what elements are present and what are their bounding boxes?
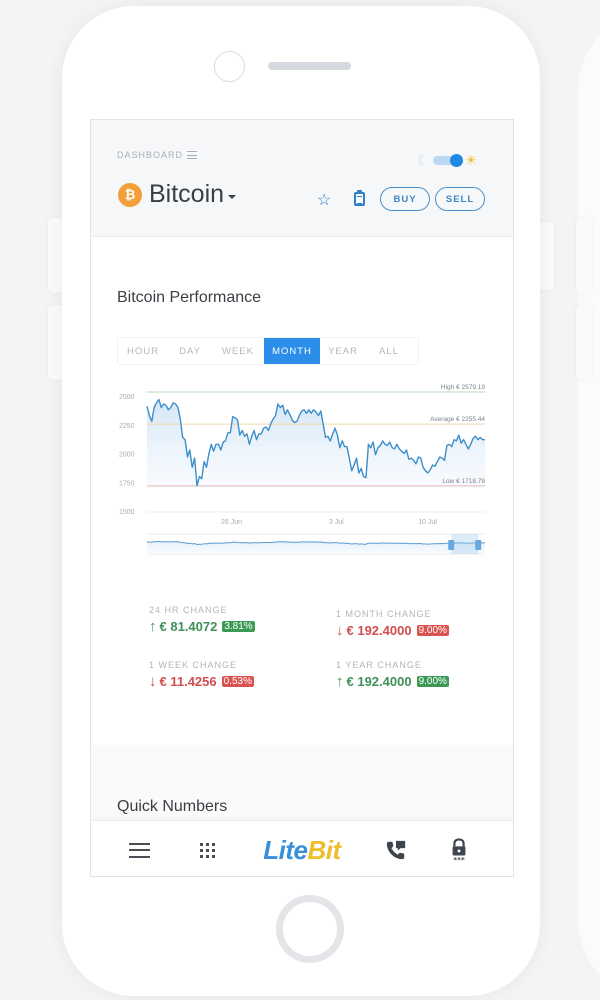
background-device (578, 10, 600, 1000)
quick-numbers-title: Quick Numbers (117, 798, 228, 815)
tab-week[interactable]: WEEK (212, 338, 264, 364)
home-button[interactable] (276, 895, 344, 963)
speaker (268, 62, 351, 70)
buy-button[interactable]: BUY (380, 187, 430, 211)
change-percent-badge: 3.81% (222, 621, 255, 632)
change-percent-badge: 9.00% (416, 676, 449, 687)
tab-hour[interactable]: HOUR (118, 338, 168, 364)
nav-security[interactable]: *** (447, 821, 471, 876)
device-side-button (576, 218, 592, 293)
reference-label: Average € 2255.44 (430, 416, 485, 423)
price-chart[interactable]: 2500 2250 2000 1750 1500 26 Jun 3 Jul 10 Jul Hig… (91, 382, 514, 572)
y-tick-label: 2500 (119, 394, 135, 401)
phone-chat-icon (386, 840, 406, 860)
arrow-down-icon: ↓ (149, 673, 157, 690)
logo-part-lite: Lite (263, 834, 308, 865)
moon-icon: ☾ (417, 152, 429, 168)
change-label: 1 MONTH CHANGE (336, 609, 432, 619)
sell-button[interactable]: SELL (435, 187, 485, 211)
nav-support[interactable] (383, 821, 409, 876)
tab-month[interactable]: MONTH (264, 338, 320, 364)
star-icon[interactable]: ☆ (317, 190, 331, 210)
arrow-down-icon: ↓ (336, 622, 344, 639)
change-1week: 1 WEEK CHANGE ↓ € 11.4256 0.53% (149, 660, 254, 690)
litebit-logo[interactable]: LiteBit (257, 821, 347, 876)
y-tick-label: 2000 (119, 452, 135, 459)
arrow-up-icon: ↑ (336, 673, 344, 690)
time-range-tabs: HOUR DAY WEEK MONTH YEAR ALL (117, 337, 419, 365)
nav-apps[interactable] (195, 821, 219, 876)
svg-text:***: *** (453, 855, 465, 862)
change-value: ↑ € 192.4000 9.00% (336, 673, 449, 690)
app-screen: DASHBOARD ☾ ☀ ₿ Bitcoin ☆ BUY SELL Bitco… (90, 119, 514, 877)
performance-card: Bitcoin Performance HOUR DAY WEEK MONTH … (91, 237, 513, 745)
nav-menu[interactable] (127, 821, 151, 876)
tab-day[interactable]: DAY (168, 338, 212, 364)
change-value: ↑ € 81.4072 3.81% (149, 618, 255, 635)
menu-icon (128, 842, 150, 858)
change-label: 1 WEEK CHANGE (149, 660, 238, 670)
change-amount: € 192.4000 (346, 623, 412, 638)
navigator-handle[interactable] (448, 540, 455, 550)
y-tick-label: 2250 (119, 423, 135, 430)
theme-toggle[interactable] (432, 154, 463, 167)
sun-icon: ☀ (464, 152, 478, 168)
x-tick-label: 26 Jun (221, 519, 242, 526)
navigator-selection[interactable] (451, 534, 479, 554)
change-amount: € 11.4256 (159, 674, 217, 689)
change-value: ↓ € 11.4256 0.53% (149, 673, 254, 690)
caret-down-icon (228, 194, 237, 199)
change-amount: € 192.4000 (346, 674, 412, 689)
password-lock-icon: *** (452, 838, 466, 862)
change-percent-badge: 9.00% (416, 625, 449, 636)
x-tick-label: 10 Jul (418, 519, 437, 526)
logo-part-bit: Bit (307, 834, 342, 865)
toggle-knob[interactable] (449, 154, 463, 167)
apps-grid-icon (199, 842, 215, 858)
bitcoin-logo-icon: ₿ (118, 183, 142, 207)
bottom-nav: LiteBit *** (91, 820, 513, 876)
device-side-button (576, 305, 592, 380)
change-value: ↓ € 192.4000 9.00% (336, 622, 449, 639)
clipboard-icon[interactable] (354, 190, 365, 206)
coin-name: Bitcoin (149, 180, 225, 208)
change-percent-badge: 0.53% (221, 676, 254, 687)
front-camera (214, 51, 245, 82)
change-amount: € 81.4072 (159, 619, 218, 634)
change-label: 1 YEAR CHANGE (336, 660, 422, 670)
arrow-up-icon: ↑ (149, 618, 157, 635)
y-tick-label: 1750 (119, 480, 135, 487)
coin-selector[interactable]: Bitcoin (149, 180, 237, 209)
y-tick-label: 1500 (119, 509, 135, 516)
tab-year[interactable]: YEAR (320, 338, 366, 364)
change-24hr: 24 HR CHANGE ↑ € 81.4072 3.81% (149, 605, 255, 635)
change-label: 24 HR CHANGE (149, 605, 228, 615)
reference-label: High € 2579.19 (441, 384, 485, 391)
tab-all[interactable]: ALL (366, 338, 412, 364)
device-side-button (538, 222, 554, 290)
breadcrumb-label: DASHBOARD (117, 150, 184, 160)
navigator-handle[interactable] (475, 540, 482, 550)
x-tick-label: 3 Jul (329, 519, 344, 526)
change-1month: 1 MONTH CHANGE ↓ € 192.4000 9.00% (336, 609, 449, 639)
theme-switch[interactable]: ☾ ☀ (417, 152, 477, 169)
reference-label: Low € 1718.79 (442, 478, 485, 485)
change-1year: 1 YEAR CHANGE ↑ € 192.4000 9.00% (336, 660, 449, 690)
dashboard-header: DASHBOARD ☾ ☀ ₿ Bitcoin ☆ BUY SELL (91, 120, 513, 237)
menu-icon[interactable] (187, 151, 198, 159)
performance-title: Bitcoin Performance (117, 289, 262, 306)
breadcrumb[interactable]: DASHBOARD (117, 150, 198, 160)
